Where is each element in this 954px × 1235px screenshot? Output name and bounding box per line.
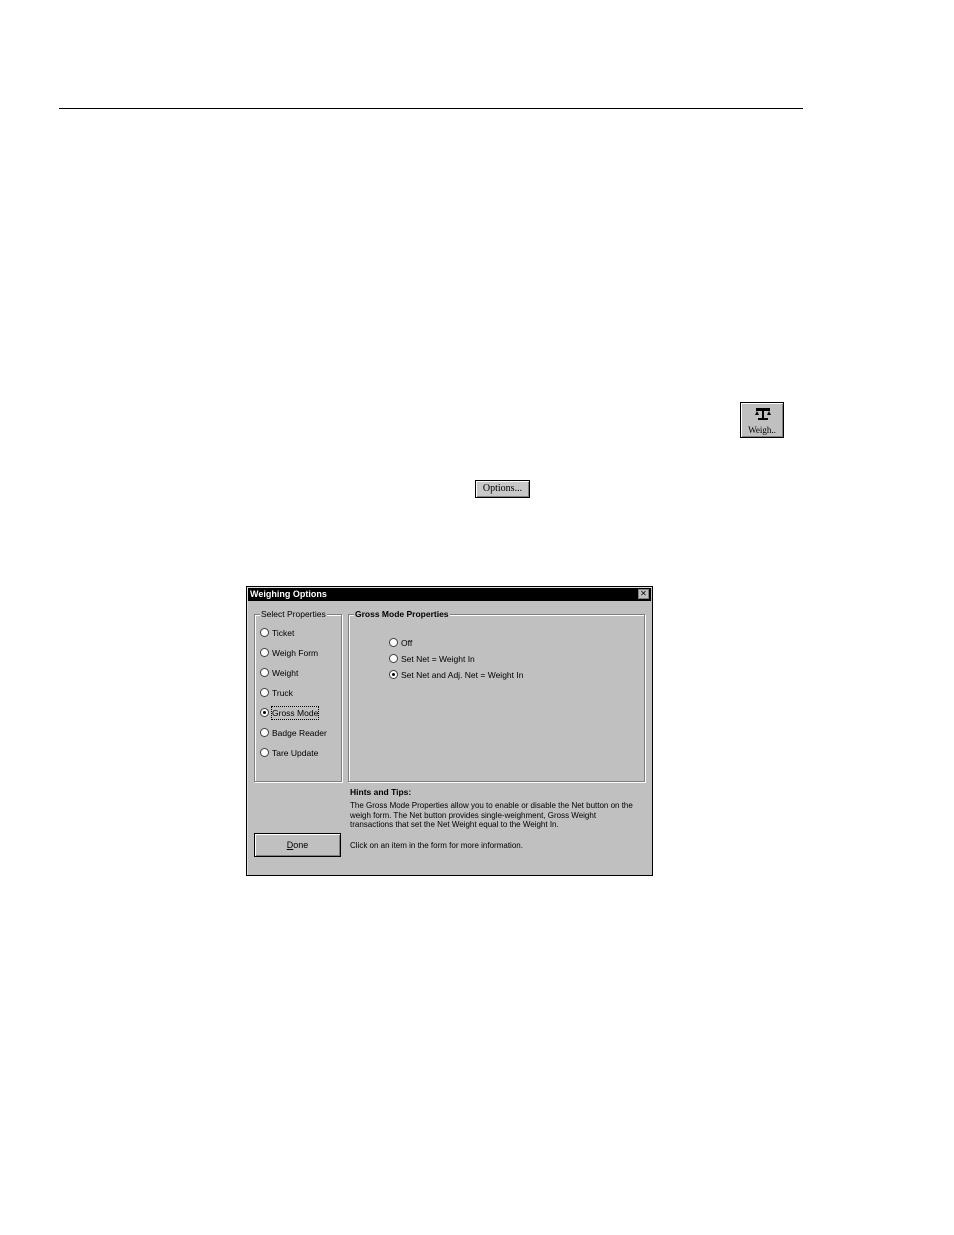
property-weight-label: Weight	[272, 668, 299, 678]
scale-icon	[755, 408, 771, 420]
gross-mode-properties-group: Gross Mode Properties Off Set Net = Weig…	[348, 609, 645, 782]
property-weigh-form-label: Weigh Form	[272, 648, 319, 658]
property-truck-label: Truck	[272, 688, 293, 698]
weigh-button[interactable]: Weigh..	[740, 402, 784, 438]
gross-option-set-net-label: Set Net = Weight In	[401, 654, 475, 664]
select-properties-group: Select Properties Ticket Weigh Form Weig…	[254, 609, 342, 782]
radio-ticket[interactable]	[260, 628, 269, 637]
property-badge-reader-label: Badge Reader	[272, 728, 327, 738]
select-properties-label: Select Properties	[260, 609, 327, 619]
dialog-title: Weighing Options	[250, 589, 327, 599]
gross-mode-properties-label: Gross Mode Properties	[354, 609, 450, 619]
property-tare-update-label: Tare Update	[272, 748, 319, 758]
done-button[interactable]: Done	[254, 833, 341, 857]
close-icon[interactable]: ✕	[638, 589, 649, 599]
radio-set-net-adj[interactable]	[389, 670, 398, 679]
page-top-rule	[59, 108, 803, 109]
weigh-button-label: Weigh..	[748, 425, 776, 435]
gross-option-set-net-adj-label: Set Net and Adj. Net = Weight In	[401, 670, 524, 680]
hints-body: The Gross Mode Properties allow you to e…	[350, 801, 633, 829]
dialog-titlebar[interactable]: Weighing Options ✕	[248, 588, 651, 601]
options-button[interactable]: Options...	[475, 480, 530, 498]
radio-off[interactable]	[389, 638, 398, 647]
property-gross-mode-label: Gross Mode	[270, 706, 320, 720]
radio-weight[interactable]	[260, 668, 269, 677]
done-label-rest: one	[293, 840, 309, 850]
hints-title: Hints and Tips:	[350, 787, 412, 797]
radio-set-net[interactable]	[389, 654, 398, 663]
radio-weigh-form[interactable]	[260, 648, 269, 657]
weighing-options-dialog: Weighing Options ✕ Select Properties Tic…	[246, 586, 653, 876]
property-ticket-label: Ticket	[272, 628, 295, 638]
radio-tare-update[interactable]	[260, 748, 269, 757]
radio-badge-reader[interactable]	[260, 728, 269, 737]
radio-gross-mode[interactable]	[260, 708, 269, 717]
gross-option-off-label: Off	[401, 638, 413, 648]
hints-click-info: Click on an item in the form for more in…	[350, 841, 523, 850]
radio-truck[interactable]	[260, 688, 269, 697]
